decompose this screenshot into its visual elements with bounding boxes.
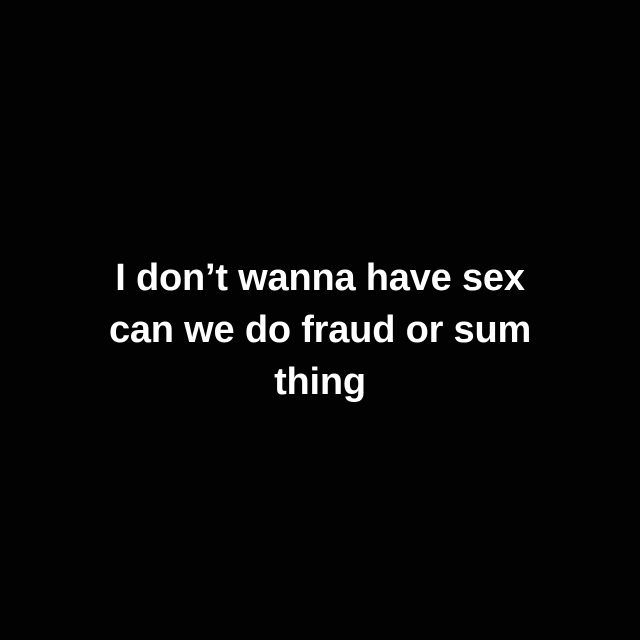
caption-text: I don’t wanna have sex can we do fraud o… — [0, 252, 640, 408]
caption-line-3: thing — [274, 361, 366, 403]
caption-line-1: I don’t wanna have sex — [115, 257, 525, 299]
story-background: I don’t wanna have sex can we do fraud o… — [0, 0, 640, 640]
caption-line-2: can we do fraud or sum — [108, 309, 532, 351]
